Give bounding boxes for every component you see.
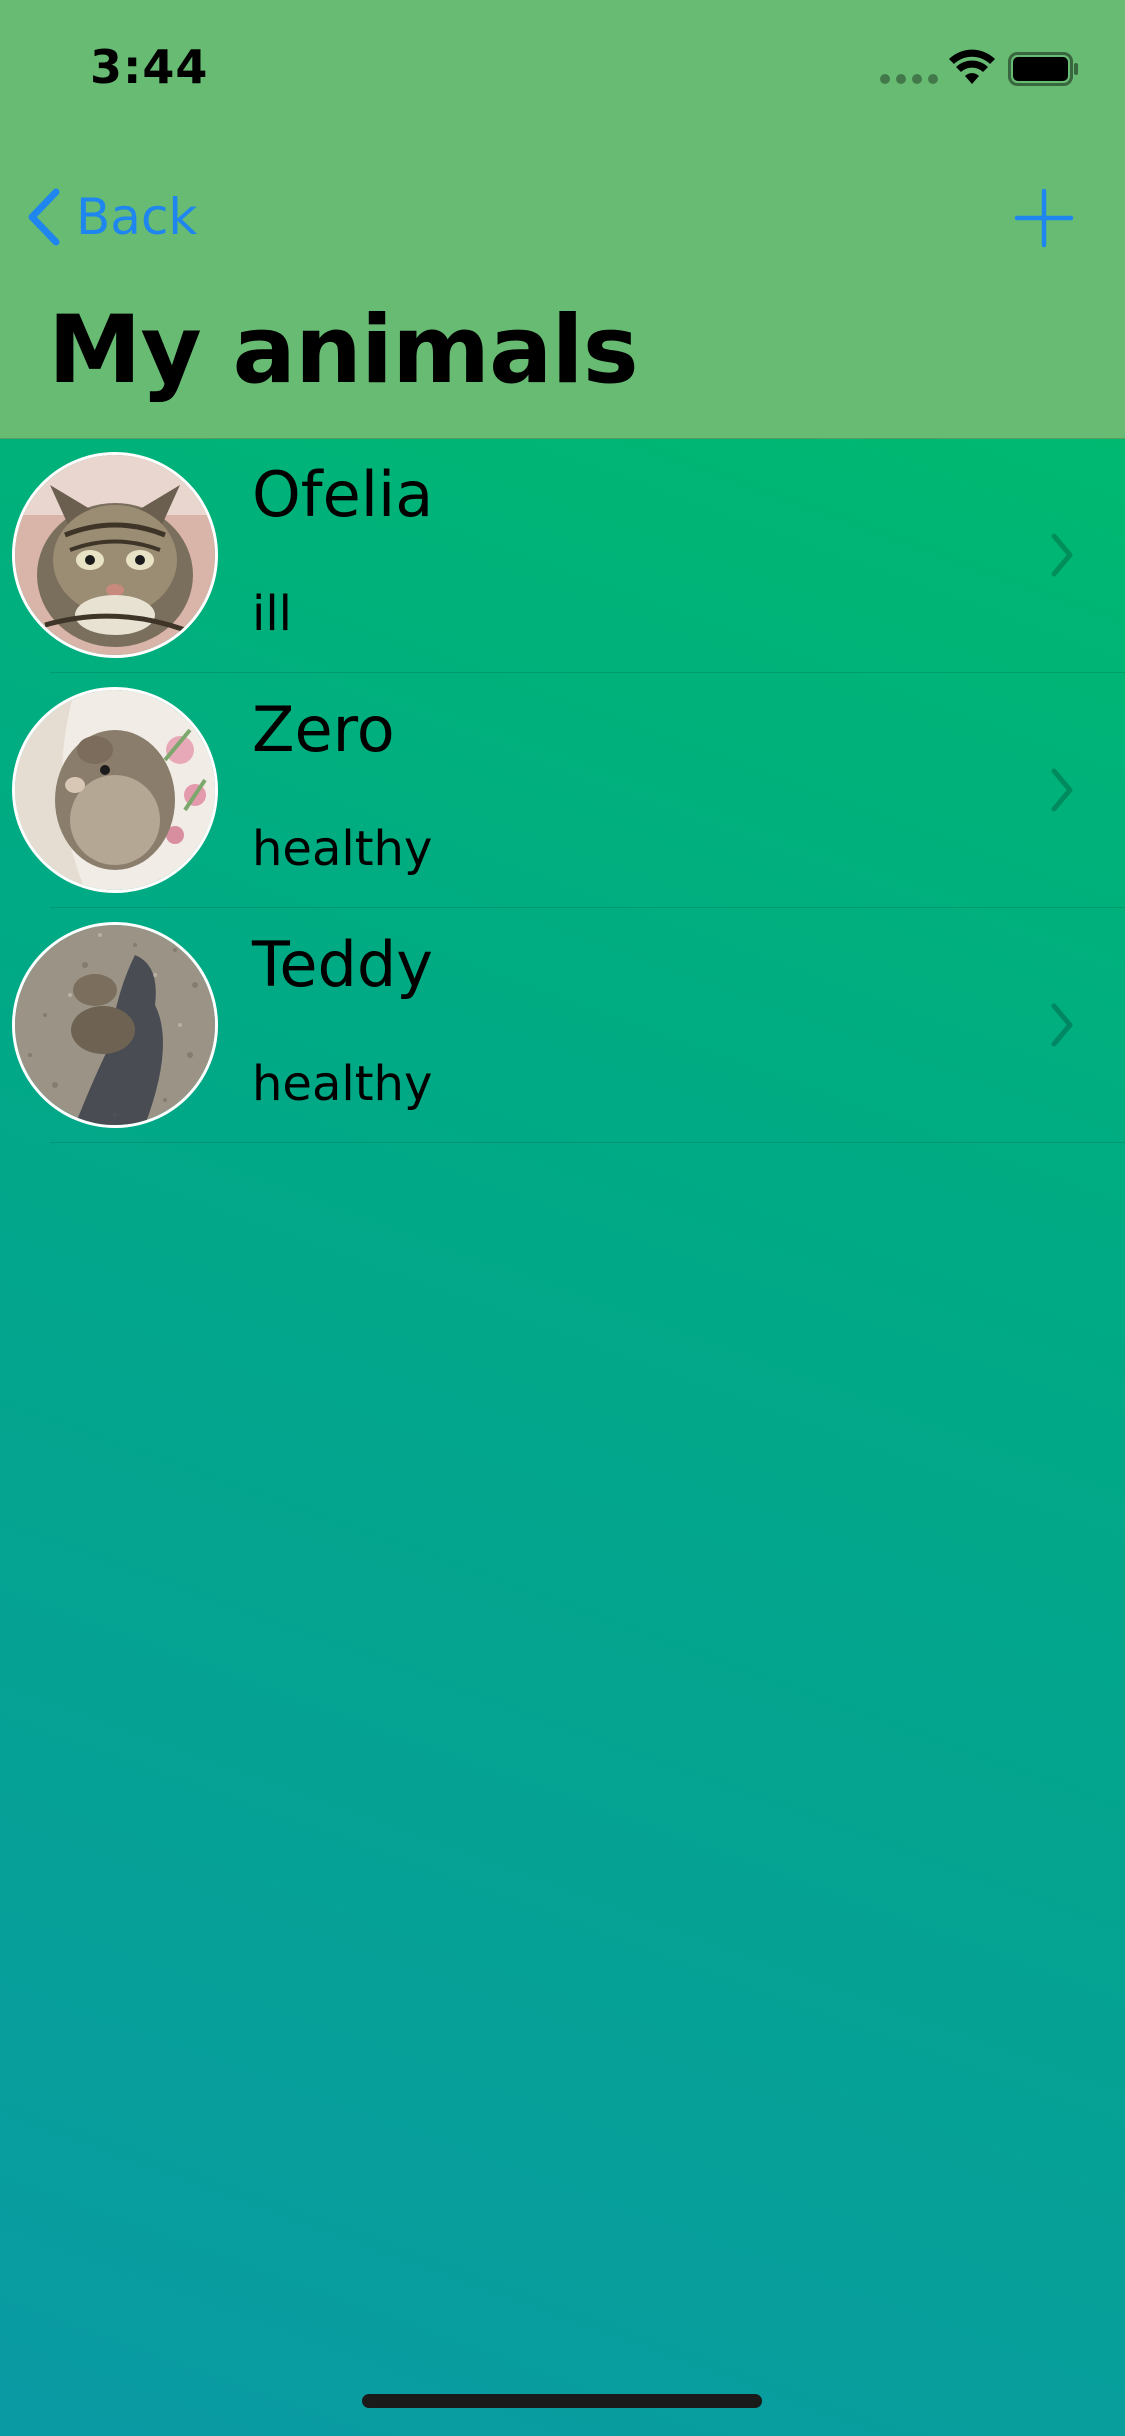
status-time: 3:44 <box>90 40 209 94</box>
animal-name: Zero <box>252 693 395 766</box>
animal-list: Ofelia ill Zero healthy Teddy healthy <box>0 438 1125 1143</box>
animal-status: ill <box>252 586 293 642</box>
navigation-bar: 3:44 Back My animals <box>0 0 1125 439</box>
chevron-right-icon <box>1051 533 1073 577</box>
home-indicator[interactable] <box>362 2394 762 2408</box>
cellular-signal-icon <box>880 74 938 84</box>
list-item[interactable]: Teddy healthy <box>0 908 1125 1143</box>
animal-avatar <box>12 452 218 658</box>
animal-name: Ofelia <box>252 458 434 531</box>
animal-avatar <box>12 687 218 893</box>
chevron-right-icon <box>1051 1003 1073 1047</box>
row-separator <box>50 1142 1125 1143</box>
animal-status: healthy <box>252 821 433 877</box>
battery-icon <box>1008 52 1078 86</box>
list-item[interactable]: Ofelia ill <box>0 438 1125 673</box>
animal-name: Teddy <box>252 928 433 1001</box>
chevron-right-icon <box>1051 768 1073 812</box>
animal-status: healthy <box>252 1056 433 1112</box>
back-button-label: Back <box>76 188 198 246</box>
page-title: My animals <box>48 296 639 405</box>
list-item[interactable]: Zero healthy <box>0 673 1125 908</box>
add-icon[interactable] <box>1014 188 1074 248</box>
chevron-left-icon <box>28 188 60 246</box>
back-button[interactable]: Back <box>24 182 197 252</box>
screen: 3:44 Back My animals Ofelia ill Zero hea… <box>0 0 1125 2436</box>
wifi-icon <box>949 49 995 84</box>
animal-avatar <box>12 922 218 1128</box>
